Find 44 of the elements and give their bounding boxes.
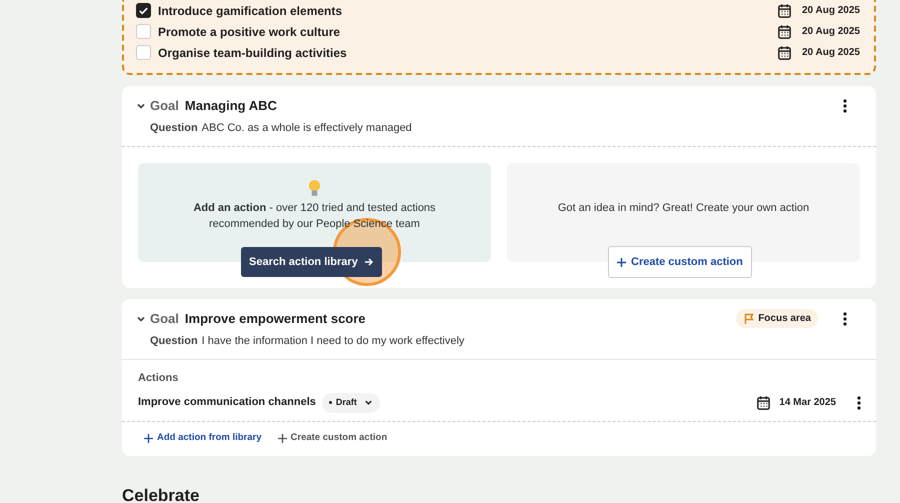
checkbox[interactable] [136, 45, 151, 60]
question-label: Question [150, 120, 198, 136]
question-text: ABC Co. as a whole is effectively managed [202, 120, 412, 136]
more-icon [857, 396, 861, 410]
goal-title: Improve empowerment score [184, 310, 367, 328]
panel-description: Add an action - over 120 tried and tested actions recommended by our People Science team [192, 201, 437, 232]
lightbulb-icon [308, 179, 321, 198]
goal-title: Managing ABC [184, 97, 278, 115]
action-label: Promote a positive work culture [158, 24, 342, 40]
action-label: Organise team-building activities [158, 44, 348, 62]
check-icon [138, 5, 149, 16]
calendar-icon [777, 45, 792, 60]
question-text: I have the information I need to do my work effectively [202, 334, 464, 348]
checkbox[interactable] [136, 3, 151, 18]
create-custom-action-button[interactable]: Create custom action [608, 246, 752, 278]
more-icon [843, 98, 847, 113]
arrow-icon [364, 257, 374, 267]
focus-area-badge: Focus area [736, 309, 818, 328]
question-label: Question [150, 334, 198, 348]
calendar-icon [777, 24, 792, 39]
calendar-icon [777, 3, 792, 18]
create-custom-action-link[interactable]: Create custom action [278, 431, 388, 446]
plus-icon [278, 434, 287, 443]
panel-description: Got an idea in mind? Great! Create your own action [558, 201, 810, 216]
goal-label: Goal [150, 310, 179, 328]
more-icon [843, 312, 847, 326]
chevron-icon [364, 398, 373, 407]
due-date: 20 Aug 2025 [802, 25, 861, 39]
action-label: Introduce gamification elements [158, 2, 344, 20]
search-library-button[interactable]: Search action library [241, 247, 382, 277]
plus-icon [617, 258, 626, 266]
plus-icon [144, 434, 153, 443]
due-date: 20 Aug 2025 [802, 4, 861, 18]
checkbox[interactable] [136, 24, 151, 39]
section-heading: Celebrate [122, 486, 200, 503]
due-date: 14 Mar 2025 [779, 396, 836, 410]
due-date: 20 Aug 2025 [802, 46, 861, 60]
calendar-icon [756, 395, 772, 410]
section-label: Actions [138, 371, 180, 386]
action-title: Improve communication channels [138, 395, 316, 410]
add-from-library-link[interactable]: Add action from library [144, 431, 262, 446]
status-dot-icon [328, 401, 332, 404]
goal-label: Goal [150, 97, 179, 115]
status-dropdown[interactable]: Draft [322, 392, 380, 412]
